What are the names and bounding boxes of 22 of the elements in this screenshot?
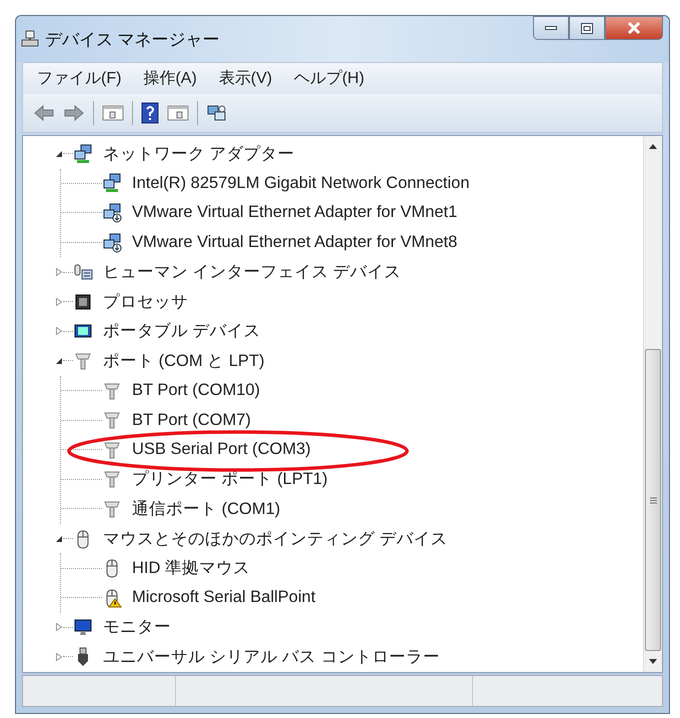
tree-item[interactable]: VMware Virtual Ethernet Adapter for VMnet8	[132, 233, 458, 252]
tree-item[interactable]: ヒューマン インターフェイス デバイス	[103, 261, 402, 284]
tree-item[interactable]: BT Port (COM7)	[132, 410, 251, 430]
tree-item[interactable]: ポート (COM と LPT)	[103, 350, 264, 372]
tree-item[interactable]: VMware Virtual Ethernet Adapter for VMnet1	[132, 203, 458, 222]
tree-item[interactable]: BT Port (COM10)	[132, 381, 260, 400]
menu-item[interactable]: ファイル(F)	[37, 68, 122, 89]
tree-item[interactable]: ポータブル デバイス	[103, 320, 261, 342]
menu-item[interactable]: ヘルプ(H)	[294, 68, 364, 89]
tree-item[interactable]: ユニバーサル シリアル バス コントローラー	[103, 646, 440, 668]
tree-item[interactable]: Intel(R) 82579LM Gigabit Network Connection	[132, 174, 470, 193]
tree-item[interactable]: HID 準拠マウス	[132, 557, 250, 580]
tree-item[interactable]: プロセッサ	[103, 290, 188, 313]
menu-item[interactable]: 表示(V)	[218, 68, 272, 89]
tree-item[interactable]: Microsoft Serial BallPoint	[132, 588, 316, 608]
tree-item[interactable]: マウスとそのほかのポインティング デバイス	[103, 528, 448, 550]
window-title: デバイス マネージャー	[45, 28, 221, 50]
menu-item[interactable]: 操作(A)	[143, 68, 197, 89]
tree-item[interactable]: プリンター ポート (LPT1)	[132, 468, 328, 490]
tree-item[interactable]: モニター	[103, 616, 171, 638]
tree-item[interactable]: 通信ポート (COM1)	[132, 498, 280, 520]
tree-item[interactable]: ネットワーク アダプター	[103, 142, 295, 165]
